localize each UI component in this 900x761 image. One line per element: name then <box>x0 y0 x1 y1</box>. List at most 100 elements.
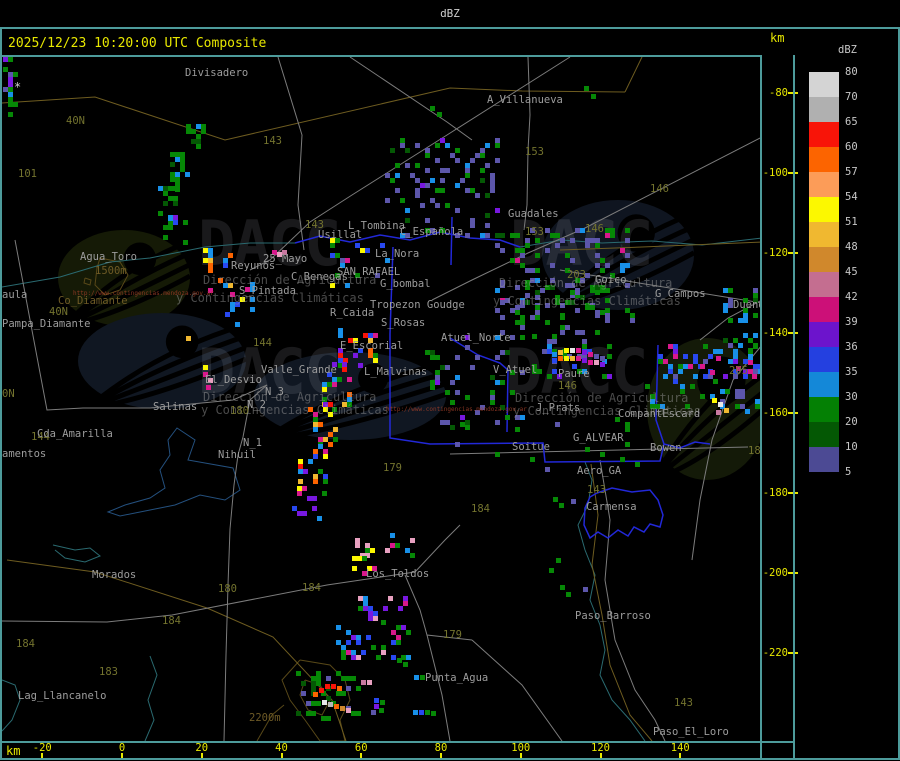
radar-echo-pixel <box>368 616 373 621</box>
radar-echo-pixel <box>173 201 178 206</box>
radar-echo-pixel <box>400 138 405 143</box>
radar-echo-pixel <box>362 556 367 561</box>
radar-echo-pixel <box>168 196 173 201</box>
radar-echo-pixel <box>510 335 515 340</box>
legend-value-label: 42 <box>845 291 858 303</box>
road-primary-line <box>426 634 451 741</box>
map-route-number: 146 <box>585 223 604 235</box>
radar-echo-pixel <box>583 587 588 592</box>
radar-echo-pixel <box>361 650 366 655</box>
radar-echo-pixel <box>325 684 330 689</box>
map-place-label: Morados <box>92 569 137 581</box>
legend-value-label: 20 <box>845 416 858 428</box>
radar-echo-pixel <box>435 188 440 193</box>
radar-echo-pixel <box>565 253 570 258</box>
radar-echo-pixel <box>594 354 599 359</box>
legend-value-label: 36 <box>845 341 858 353</box>
radar-echo-pixel <box>353 353 358 358</box>
radar-echo-pixel <box>385 198 390 203</box>
radar-echo-pixel <box>342 362 347 367</box>
radar-echo-pixel <box>585 243 590 248</box>
radar-echo-pixel <box>559 503 564 508</box>
radar-echo-pixel <box>490 188 495 193</box>
radar-echo-pixel <box>566 592 571 597</box>
radar-echo-pixel <box>564 356 569 361</box>
radar-echo-pixel <box>356 711 361 716</box>
radar-echo-pixel <box>435 375 440 380</box>
radar-echo-pixel <box>600 258 605 263</box>
radar-echo-pixel <box>332 377 337 382</box>
radar-echo-pixel <box>510 233 515 238</box>
radar-echo-pixel <box>430 178 435 183</box>
radar-echo-pixel <box>296 671 301 676</box>
radar-echo-pixel <box>351 655 356 660</box>
radar-echo-pixel <box>588 352 593 357</box>
radar-echo-pixel <box>620 268 625 273</box>
map-place-label: Paure <box>558 368 590 380</box>
road-primary-line <box>349 56 473 141</box>
radar-echo-pixel <box>520 325 525 330</box>
radar-echo-pixel <box>753 333 758 338</box>
legend-value-label: 57 <box>845 166 858 178</box>
radar-echo-pixel <box>435 203 440 208</box>
radar-echo-pixel <box>8 112 13 117</box>
radar-echo-pixel <box>318 422 323 427</box>
radar-echo-pixel <box>745 409 750 414</box>
radar-echo-pixel <box>515 233 520 238</box>
radar-echo-pixel <box>336 625 341 630</box>
road-primary-line <box>277 56 305 251</box>
radar-echo-pixel <box>625 253 630 258</box>
radar-echo-pixel <box>341 650 346 655</box>
legend-value-label: 54 <box>845 191 858 203</box>
map-place-label: Agua_Toro <box>80 251 137 263</box>
radar-echo-pixel <box>595 263 600 268</box>
map-place-label: Atuel_Norte <box>441 332 511 344</box>
radar-echo-pixel <box>346 708 351 713</box>
radar-echo-pixel <box>395 188 400 193</box>
radar-echo-pixel <box>352 566 357 571</box>
radar-echo-pixel <box>333 427 338 432</box>
radar-echo-pixel <box>302 511 307 516</box>
radar-echo-pixel <box>388 596 393 601</box>
radar-echo-pixel <box>316 676 321 681</box>
map-place-label: G_Campos <box>655 288 706 300</box>
radar-echo-pixel <box>341 691 346 696</box>
radar-echo-pixel <box>703 344 708 349</box>
radar-echo-pixel <box>495 208 500 213</box>
radar-echo-pixel <box>355 243 360 248</box>
map-place-label: Pampa_Diamante <box>2 318 91 330</box>
legend-color-swatch <box>809 397 839 422</box>
map-route-number: 1500m <box>95 265 127 277</box>
radar-echo-pixel <box>552 352 557 357</box>
radar-echo-pixel <box>500 248 505 253</box>
radar-echo-pixel <box>425 168 430 173</box>
radar-echo-pixel <box>180 167 185 172</box>
radar-echo-pixel <box>356 655 361 660</box>
radar-echo-pixel <box>337 377 342 382</box>
radar-echo-pixel <box>602 374 607 379</box>
legend-color-swatch <box>809 272 839 297</box>
map-place-label: N_3 <box>265 386 284 398</box>
legend-value-label: 45 <box>845 266 858 278</box>
map-route-number: 18 <box>748 445 760 457</box>
radar-echo-pixel <box>223 263 228 268</box>
radar-echo-pixel <box>465 425 470 430</box>
radar-echo-pixel <box>570 356 575 361</box>
radar-echo-pixel <box>379 708 384 713</box>
map-place-label: La_Nora <box>375 248 420 260</box>
legend-value-label: 35 <box>845 366 858 378</box>
radar-echo-pixel <box>383 606 388 611</box>
radar-map-canvas[interactable]: DACC DACC DACC DACC Dirección de Agricultur… <box>2 55 760 741</box>
radar-echo-pixel <box>420 203 425 208</box>
radar-echo-pixel <box>346 686 351 691</box>
radar-echo-pixel <box>440 138 445 143</box>
map-place-label: Paso_Barroso <box>575 610 651 622</box>
radar-echo-pixel <box>196 144 201 149</box>
radar-echo-pixel <box>495 308 500 313</box>
map-place-label: N_2 <box>247 399 266 411</box>
radar-echo-pixel <box>425 183 430 188</box>
radar-echo-pixel <box>445 203 450 208</box>
radar-echo-pixel <box>733 359 738 364</box>
radar-echo-pixel <box>748 360 753 365</box>
panel-border-line <box>0 758 900 760</box>
